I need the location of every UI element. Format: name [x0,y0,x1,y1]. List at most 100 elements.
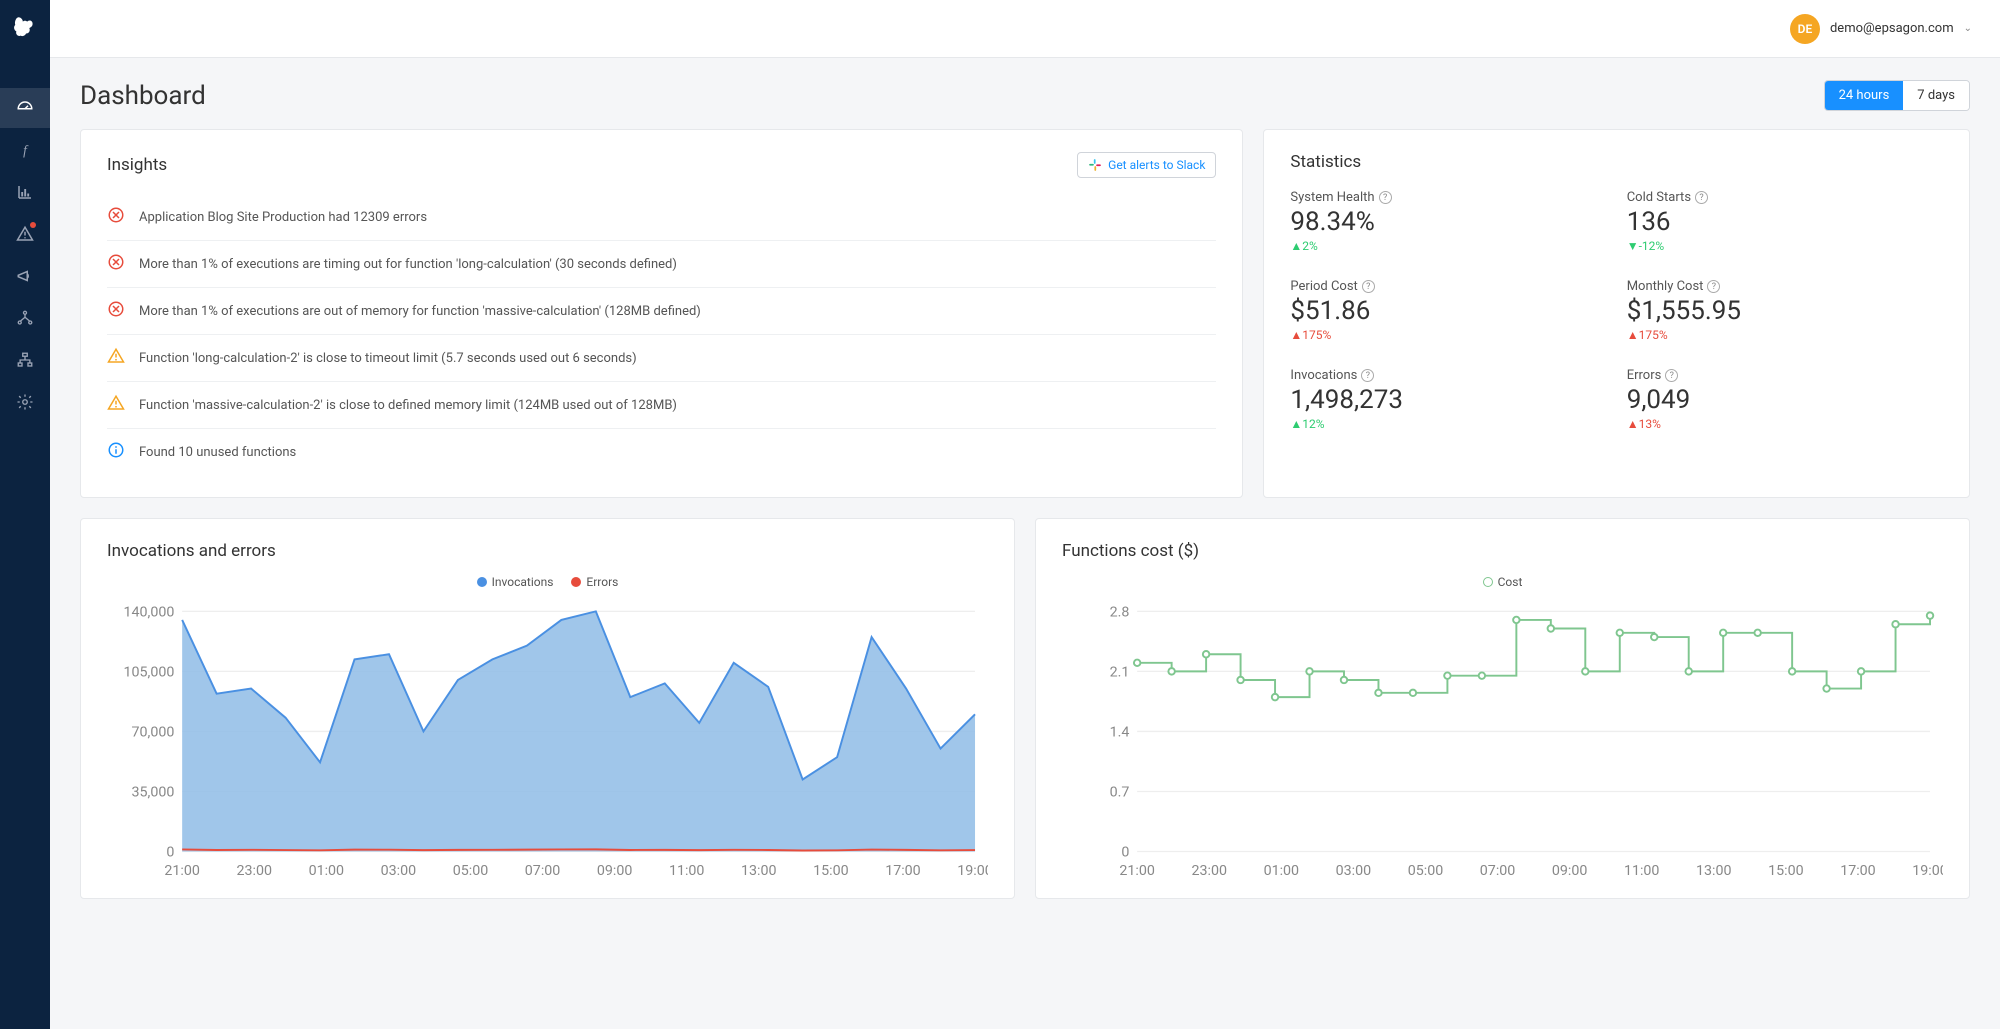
cost-chart-card: Functions cost ($) Cost 00.71.42.12.821:… [1035,518,1970,899]
help-icon[interactable]: ? [1379,191,1392,204]
svg-text:05:00: 05:00 [453,863,489,879]
insight-row[interactable]: Found 10 unused functions [107,429,1216,475]
user-menu[interactable]: DE demo@epsagon.com ⌄ [1790,14,1972,44]
logo-icon [12,14,38,40]
nav-metrics[interactable] [0,172,50,212]
error-icon [107,300,125,322]
time-range-toggle: 24 hours 7 days [1824,80,1970,111]
nav-alerts[interactable] [0,214,50,254]
nav-traces[interactable] [0,298,50,338]
svg-text:07:00: 07:00 [525,863,561,879]
invocations-chart[interactable]: 035,00070,000105,000140,00021:0023:0001:… [107,595,988,880]
svg-text:f: f [23,143,29,158]
warn-icon [107,347,125,369]
nav-settings[interactable] [0,382,50,422]
stat-delta: ▲175% [1627,328,1943,342]
chart-title-2: Functions cost ($) [1062,541,1943,561]
svg-text:13:00: 13:00 [741,863,777,879]
avatar: DE [1790,14,1820,44]
stat-delta: ▼-12% [1627,239,1943,253]
insight-text: More than 1% of executions are out of me… [139,304,701,319]
user-email: demo@epsagon.com [1830,21,1954,36]
help-icon[interactable]: ? [1361,369,1374,382]
statistics-card: Statistics System Health ? 98.34% ▲2% Co… [1263,129,1970,498]
stat-label: Invocations ? [1290,368,1606,383]
insight-text: Function 'long-calculation-2' is close t… [139,351,637,366]
help-icon[interactable]: ? [1707,280,1720,293]
error-icon [107,253,125,275]
nav-announce[interactable] [0,256,50,296]
chevron-down-icon: ⌄ [1964,23,1972,34]
svg-text:0: 0 [166,845,174,861]
svg-text:05:00: 05:00 [1408,863,1444,879]
svg-text:1.4: 1.4 [1110,725,1130,741]
nav-functions[interactable]: f [0,130,50,170]
help-icon[interactable]: ? [1695,191,1708,204]
sidebar: f [0,0,50,1029]
svg-text:35,000: 35,000 [132,785,175,801]
svg-text:15:00: 15:00 [1768,863,1804,879]
insights-title: Insights [107,155,167,175]
chart-title-1: Invocations and errors [107,541,988,561]
stat-delta: ▲13% [1627,417,1943,431]
svg-text:140,000: 140,000 [124,605,175,621]
stat-value: 98.34% [1290,207,1606,237]
stat-delta: ▲12% [1290,417,1606,431]
stat-delta: ▲175% [1290,328,1606,342]
topbar: DE demo@epsagon.com ⌄ [50,0,2000,58]
help-icon[interactable]: ? [1362,280,1375,293]
svg-text:01:00: 01:00 [1264,863,1300,879]
time-7d-button[interactable]: 7 days [1903,81,1969,110]
svg-text:03:00: 03:00 [381,863,417,879]
insight-text: Application Blog Site Production had 123… [139,210,427,225]
insight-row[interactable]: More than 1% of executions are timing ou… [107,241,1216,288]
svg-text:13:00: 13:00 [1696,863,1732,879]
insight-row[interactable]: Function 'massive-calculation-2' is clos… [107,382,1216,429]
time-24h-button[interactable]: 24 hours [1825,81,1904,110]
svg-text:0: 0 [1121,845,1129,861]
stat-value: 1,498,273 [1290,385,1606,415]
insight-row[interactable]: Function 'long-calculation-2' is close t… [107,335,1216,382]
insight-text: More than 1% of executions are timing ou… [139,257,677,272]
svg-text:0.7: 0.7 [1110,785,1130,801]
svg-text:11:00: 11:00 [1624,863,1660,879]
insight-row[interactable]: Application Blog Site Production had 123… [107,194,1216,241]
insight-text: Function 'massive-calculation-2' is clos… [139,398,677,413]
svg-text:19:00: 19:00 [957,863,988,879]
insights-card: Insights Get alerts to Slack Application… [80,129,1243,498]
insight-row[interactable]: More than 1% of executions are out of me… [107,288,1216,335]
legend-invocations: Invocations [492,575,554,589]
svg-text:15:00: 15:00 [813,863,849,879]
stat-block: Period Cost ? $51.86 ▲175% [1290,279,1606,342]
svg-text:09:00: 09:00 [1552,863,1588,879]
slack-alerts-button[interactable]: Get alerts to Slack [1077,152,1216,178]
svg-text:2.8: 2.8 [1110,605,1130,621]
svg-text:23:00: 23:00 [236,863,271,879]
svg-text:70,000: 70,000 [132,725,175,741]
cost-chart[interactable]: 00.71.42.12.821:0023:0001:0003:0005:0007… [1062,595,1943,880]
svg-text:07:00: 07:00 [1480,863,1516,879]
error-icon [107,206,125,228]
page-title: Dashboard [80,81,206,111]
warn-icon [107,394,125,416]
stat-block: System Health ? 98.34% ▲2% [1290,190,1606,253]
svg-text:09:00: 09:00 [597,863,632,879]
chart-1-legend: Invocations Errors [107,575,988,589]
nav-dashboard[interactable] [0,88,50,128]
svg-text:2.1: 2.1 [1110,665,1130,681]
invocations-chart-card: Invocations and errors Invocations Error… [80,518,1015,899]
stat-block: Monthly Cost ? $1,555.95 ▲175% [1627,279,1943,342]
nav-architecture[interactable] [0,340,50,380]
stat-value: 9,049 [1627,385,1943,415]
chart-2-legend: Cost [1062,575,1943,589]
slack-label: Get alerts to Slack [1108,158,1205,172]
svg-text:17:00: 17:00 [1840,863,1876,879]
help-icon[interactable]: ? [1665,369,1678,382]
svg-text:23:00: 23:00 [1191,863,1227,879]
info-icon [107,441,125,463]
legend-cost: Cost [1498,575,1523,589]
svg-text:21:00: 21:00 [164,863,200,879]
svg-text:105,000: 105,000 [124,665,175,681]
stat-value: $51.86 [1290,296,1606,326]
stat-value: 136 [1627,207,1943,237]
